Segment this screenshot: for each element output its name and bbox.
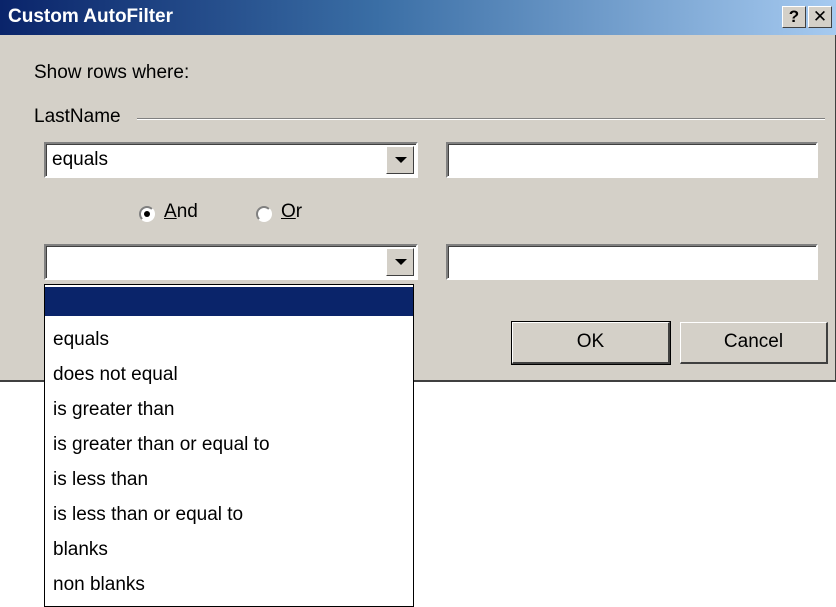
or-radio[interactable] xyxy=(256,206,272,222)
dropdown-item-non-blanks[interactable]: non blanks xyxy=(45,570,413,599)
dropdown-item-less-than[interactable]: is less than xyxy=(45,465,413,494)
dropdown-item-does-not-equal[interactable]: does not equal xyxy=(45,360,413,389)
operator1-dropdown-arrow-icon[interactable] xyxy=(386,146,414,174)
show-rows-label: Show rows where: xyxy=(34,62,190,83)
operator2-select[interactable] xyxy=(44,244,418,280)
field-group-label: LastName xyxy=(34,106,121,127)
cancel-button[interactable]: Cancel xyxy=(680,322,828,364)
close-button[interactable]: ✕ xyxy=(808,6,832,28)
ok-button[interactable]: OK xyxy=(511,321,671,365)
dropdown-item-greater-than[interactable]: is greater than xyxy=(45,395,413,424)
dialog-title: Custom AutoFilter xyxy=(8,6,174,27)
or-label[interactable]: Or xyxy=(281,201,302,223)
and-label[interactable]: And xyxy=(164,201,198,223)
operator1-select[interactable]: equals xyxy=(44,142,418,178)
dropdown-item-less-than-or-equal[interactable]: is less than or equal to xyxy=(45,500,413,529)
value2-input[interactable] xyxy=(446,244,818,280)
dropdown-item-greater-than-or-equal[interactable]: is greater than or equal to xyxy=(45,430,413,459)
group-divider xyxy=(137,118,825,120)
dropdown-item-equals[interactable]: equals xyxy=(45,325,413,354)
operator2-dropdown-arrow-icon[interactable] xyxy=(386,248,414,276)
title-bar[interactable]: Custom AutoFilter ? ✕ xyxy=(0,0,836,35)
value1-input[interactable] xyxy=(446,142,818,178)
and-radio[interactable] xyxy=(139,206,155,222)
operator1-value: equals xyxy=(52,149,108,170)
dropdown-item-blank[interactable] xyxy=(45,287,413,316)
dropdown-item-blanks[interactable]: blanks xyxy=(45,535,413,564)
operator2-dropdown-list: equals does not equal is greater than is… xyxy=(44,284,414,607)
help-button[interactable]: ? xyxy=(782,6,806,28)
